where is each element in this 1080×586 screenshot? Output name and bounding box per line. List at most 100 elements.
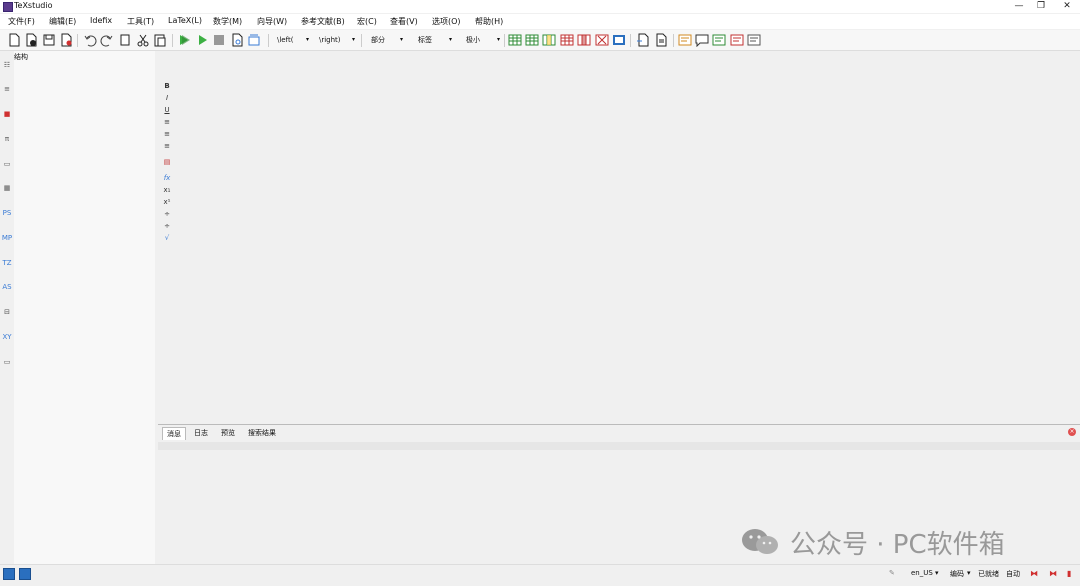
matrix-tab-icon[interactable]: ▦ [1, 182, 13, 194]
paste-icon[interactable] [153, 33, 167, 47]
texstudio-app-icon [3, 2, 13, 12]
underline-button[interactable]: U [162, 105, 172, 115]
redo-icon[interactable] [100, 33, 114, 47]
menu-idefix[interactable]: Idefix [90, 16, 112, 25]
tab-search-results[interactable]: 搜索结果 [244, 427, 280, 439]
messages-content [158, 442, 1080, 450]
metapost-tab[interactable]: MP [1, 232, 13, 244]
editor-area[interactable] [174, 51, 1080, 423]
section-value: 部分 [371, 36, 385, 44]
highlight-yellow-icon[interactable] [747, 33, 761, 47]
language-dropdown-icon[interactable]: ▾ [935, 569, 939, 577]
main-toolbar: \left(▾ \right) ▾ 部分 ▾ 标签 ▾ 极小 ▾ [0, 30, 1080, 51]
cut-icon[interactable] [136, 33, 150, 47]
undo-icon[interactable] [83, 33, 97, 47]
align-left-icon[interactable]: ≡ [162, 117, 172, 127]
table-remove-column-icon[interactable] [577, 33, 591, 47]
sqrt-icon[interactable]: √ [162, 233, 172, 243]
language-selector[interactable]: en_US [911, 569, 933, 577]
align-right-icon[interactable]: ≡ [162, 141, 172, 151]
insert-ref-icon[interactable] [636, 33, 650, 47]
copy-icon[interactable] [118, 33, 132, 47]
encoding-dropdown-icon[interactable]: ▾ [967, 569, 971, 577]
bold-button[interactable]: B [162, 81, 172, 91]
status-mode[interactable]: 自动 [1006, 569, 1020, 579]
menu-edit[interactable]: 编辑(E) [49, 16, 76, 27]
xypic-tab[interactable]: XY [1, 331, 13, 343]
table-add-row-icon[interactable] [525, 33, 539, 47]
encoding-selector[interactable]: 编码 [950, 569, 964, 579]
toggle-messages-icon[interactable] [19, 568, 31, 580]
font-size-combo[interactable]: 极小 ▾ [466, 34, 500, 46]
table-cut-column-icon[interactable] [595, 33, 609, 47]
highlight-green-icon[interactable] [712, 33, 726, 47]
view-pdf-icon[interactable] [230, 33, 244, 47]
stop-icon[interactable] [212, 33, 226, 47]
tikz-tab[interactable]: TZ [1, 257, 13, 269]
menu-help[interactable]: 帮助(H) [475, 16, 503, 27]
preview-icon[interactable] [247, 33, 261, 47]
table-icon[interactable] [508, 33, 522, 47]
right-delimiter-combo[interactable]: \right) ▾ [319, 34, 355, 46]
error-marker-icon[interactable]: ⧓ [1030, 569, 1038, 578]
beamer-tab-icon[interactable]: ⊟ [1, 306, 13, 318]
status-bar: ✎ en_US ▾ 编码 ▾ 已就绪 自动 ⧓ ⧓ ▮ [0, 564, 1080, 586]
wechat-logo-icon [742, 529, 778, 554]
tab-log[interactable]: 日志 [190, 427, 212, 439]
folder-tab-icon[interactable]: ▭ [1, 158, 13, 170]
table-add-column-icon[interactable] [542, 33, 556, 47]
section-combo[interactable]: 部分 ▾ [371, 34, 403, 46]
superscript-button[interactable]: x¹ [162, 197, 172, 207]
compile-icon[interactable] [195, 33, 209, 47]
build-and-view-icon[interactable] [177, 33, 191, 47]
highlight-red-icon[interactable] [730, 33, 744, 47]
menu-view[interactable]: 查看(V) [390, 16, 418, 27]
bookmark-marker-icon[interactable]: ▮ [1067, 569, 1071, 578]
left-sidebar: ☷ ≡ ■ π ▭ ▦ PS MP TZ AS ⊟ XY ▭ [0, 51, 15, 564]
close-document-icon[interactable] [59, 33, 73, 47]
newline-icon[interactable]: ▤ [162, 157, 172, 167]
new-file-icon[interactable] [7, 33, 21, 47]
menu-latex[interactable]: LaTeX(L) [168, 16, 202, 25]
structure-tab-icon[interactable]: ☷ [1, 59, 13, 71]
comment-icon[interactable] [695, 33, 709, 47]
minimize-button[interactable]: — [1008, 0, 1030, 13]
save-icon[interactable] [42, 33, 56, 47]
function-button[interactable]: fx [162, 173, 172, 183]
menu-bibliography[interactable]: 参考文献(B) [301, 16, 345, 27]
bookmarks-tab-icon[interactable]: ■ [1, 108, 13, 120]
subscript-button[interactable]: x₁ [162, 185, 172, 195]
align-center-icon[interactable]: ≡ [162, 129, 172, 139]
toggle-sidebar-icon[interactable] [3, 568, 15, 580]
insert-cite-icon[interactable] [654, 33, 668, 47]
tab-messages[interactable]: 消息 [162, 427, 186, 440]
label-value: 标签 [418, 36, 432, 44]
menu-math[interactable]: 数学(M) [213, 16, 242, 27]
menu-tools[interactable]: 工具(T) [127, 16, 154, 27]
monitor-tab-icon[interactable]: ▭ [1, 356, 13, 368]
dfrac-icon[interactable]: ÷ [162, 221, 172, 231]
warning-marker-icon[interactable]: ⧓ [1049, 569, 1057, 578]
toc-tab-icon[interactable]: ≡ [1, 83, 13, 95]
menu-macros[interactable]: 宏(C) [357, 16, 377, 27]
table-align-icon[interactable] [612, 33, 626, 47]
close-panel-icon[interactable]: × [1068, 428, 1076, 436]
pstricks-tab[interactable]: PS [1, 207, 13, 219]
table-remove-row-icon[interactable] [560, 33, 574, 47]
right-delimiter-value: \right) [319, 36, 341, 44]
grammar-icon[interactable]: ✎ [889, 569, 895, 577]
asymptote-tab[interactable]: AS [1, 281, 13, 293]
menu-options[interactable]: 选项(O) [432, 16, 461, 27]
label-combo[interactable]: 标签 ▾ [418, 34, 452, 46]
menu-file[interactable]: 文件(F) [8, 16, 35, 27]
maximize-button[interactable]: ❐ [1030, 0, 1052, 13]
pi-symbols-tab-icon[interactable]: π [1, 133, 13, 145]
menu-wizards[interactable]: 向导(W) [257, 16, 287, 27]
close-button[interactable]: ✕ [1056, 0, 1078, 13]
left-delimiter-combo[interactable]: \left(▾ [277, 34, 309, 46]
italic-button[interactable]: I [162, 93, 172, 103]
new-from-template-icon[interactable] [24, 33, 38, 47]
fraction-icon[interactable]: ÷ [162, 209, 172, 219]
todo-note-icon[interactable] [678, 33, 692, 47]
tab-preview[interactable]: 预览 [217, 427, 239, 439]
